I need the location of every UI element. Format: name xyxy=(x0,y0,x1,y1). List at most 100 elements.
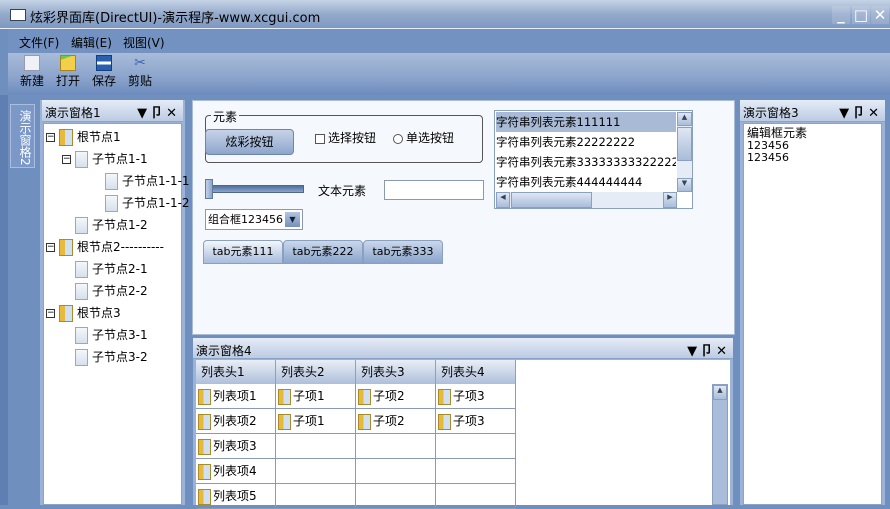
scroll-thumb[interactable] xyxy=(677,127,692,161)
dropdown-icon[interactable]: ▼ xyxy=(687,344,700,359)
scroll-left-icon[interactable]: ◀ xyxy=(496,192,510,208)
tree-node-label: 子节点2-2 xyxy=(92,284,148,298)
close-icon[interactable]: ✕ xyxy=(716,344,730,359)
scroll-thumb[interactable] xyxy=(511,192,592,208)
combo-box[interactable]: 组合框123456 ▼ xyxy=(205,209,303,230)
slider-track[interactable] xyxy=(205,185,304,193)
column-header[interactable]: 列表头2 xyxy=(276,360,356,384)
radio-button[interactable]: 单选按钮 xyxy=(393,129,454,146)
list-cell[interactable] xyxy=(436,434,516,459)
tab-3[interactable]: tab元素333 xyxy=(363,240,443,264)
clipboard-icon xyxy=(278,413,291,430)
slider-thumb[interactable] xyxy=(205,179,213,199)
new-button[interactable]: 新建 xyxy=(16,55,48,89)
collapse-icon[interactable]: − xyxy=(46,243,55,252)
radio-circle[interactable] xyxy=(393,133,403,144)
list-cell[interactable]: 列表项1 xyxy=(196,384,276,409)
pane1-header[interactable]: 演示窗格1 ▼卩✕ xyxy=(42,100,183,122)
string-list-box[interactable]: 字符串列表元素111111 字符串列表元素22222222 字符串列表元素333… xyxy=(494,110,693,209)
element-demo-area: 元素 炫彩按钮 选择按钮 单选按钮 文本元素 组合框123456 ▼ tab元素1… xyxy=(192,100,735,335)
list-cell[interactable] xyxy=(276,434,356,459)
column-header[interactable]: 列表头1 xyxy=(196,360,276,384)
tree-node[interactable]: 子节点1-1-2 xyxy=(105,193,190,213)
tree-node[interactable]: 子节点2-1 xyxy=(75,259,148,279)
vertical-scrollbar[interactable]: ▲ ▼ xyxy=(677,112,692,192)
pane4-header[interactable]: 演示窗格4 ▼卩✕ xyxy=(193,338,733,359)
list-cell[interactable] xyxy=(356,484,436,509)
close-button[interactable]: ✕ xyxy=(871,6,889,24)
pin-icon[interactable]: 卩 xyxy=(700,344,716,359)
list-cell[interactable] xyxy=(276,484,356,509)
collapse-icon[interactable]: − xyxy=(46,133,55,142)
menu-view[interactable]: 视图(V) xyxy=(123,34,165,51)
checkbox-box[interactable] xyxy=(315,133,325,144)
scroll-down-icon[interactable]: ▼ xyxy=(677,178,692,192)
tree-node[interactable]: 子节点3-2 xyxy=(75,347,148,367)
list-item[interactable]: 字符串列表元素22222222 xyxy=(496,132,676,152)
dropdown-icon[interactable]: ▼ xyxy=(839,106,852,121)
tree-node[interactable]: 子节点3-1 xyxy=(75,325,148,345)
close-icon[interactable]: ✕ xyxy=(166,106,180,121)
open-button[interactable]: 打开 xyxy=(52,55,84,89)
pin-icon[interactable]: 卩 xyxy=(150,106,166,121)
tab-2[interactable]: tab元素222 xyxy=(283,240,363,264)
list-cell[interactable] xyxy=(356,434,436,459)
column-header[interactable]: 列表头3 xyxy=(356,360,436,384)
tree-node[interactable]: 子节点1-1-1 xyxy=(105,171,190,191)
tree-node[interactable]: 子节点2-2 xyxy=(75,281,148,301)
xc-button[interactable]: 炫彩按钮 xyxy=(205,129,294,155)
column-header[interactable]: 列表头4 xyxy=(436,360,516,384)
tree-view[interactable]: − 根节点1 − 子节点1-1 子节点1-1-1 子节点1-1-2 子节点1-2 − 根节点2-… xyxy=(43,123,190,505)
list-cell[interactable]: 子项2 xyxy=(356,409,436,434)
list-cell[interactable] xyxy=(276,459,356,484)
tree-node[interactable]: − 根节点3 xyxy=(46,303,121,323)
list-cell[interactable]: 列表项4 xyxy=(196,459,276,484)
tree-node[interactable]: − 子节点1-1 xyxy=(62,149,148,169)
list-cell[interactable]: 列表项2 xyxy=(196,409,276,434)
clipboard-icon xyxy=(198,413,211,430)
collapse-icon[interactable]: − xyxy=(46,309,55,318)
list-cell[interactable] xyxy=(356,459,436,484)
pane2-tab[interactable]: 演示窗格2 xyxy=(10,104,35,168)
list-item[interactable]: 字符串列表元素444444444 xyxy=(496,172,676,192)
tree-node[interactable]: − 根节点1 xyxy=(46,127,121,147)
scroll-up-icon[interactable]: ▲ xyxy=(677,112,692,126)
list-cell[interactable] xyxy=(436,484,516,509)
vertical-scrollbar[interactable]: ▲ xyxy=(712,384,728,505)
text-input[interactable] xyxy=(384,180,484,200)
list-item[interactable]: 字符串列表元素111111 xyxy=(496,112,676,132)
list-cell[interactable]: 列表项3 xyxy=(196,434,276,459)
cell-text: 子项1 xyxy=(293,414,325,428)
dropdown-icon[interactable]: ▼ xyxy=(137,106,150,121)
tab-1[interactable]: tab元素111 xyxy=(203,240,283,264)
list-item[interactable]: 字符串列表元素3333333332222222 xyxy=(496,152,676,172)
checkbox[interactable]: 选择按钮 xyxy=(315,129,376,146)
left-dock-strip xyxy=(0,95,8,505)
edit-box[interactable]: 编辑框元素 123456 123456 xyxy=(743,123,882,505)
scroll-up-icon[interactable]: ▲ xyxy=(713,385,727,400)
list-cell[interactable]: 子项2 xyxy=(356,384,436,409)
pane3-header[interactable]: 演示窗格3 ▼卩✕ xyxy=(740,100,885,122)
list-view[interactable]: ▲ 列表头1 列表头2 列表头3 列表头4 列表项1 子项1 子项2 子项3 列表项2 子项1 子项… xyxy=(196,360,730,509)
list-cell[interactable]: 子项1 xyxy=(276,409,356,434)
tree-node[interactable]: 子节点1-2 xyxy=(75,215,148,235)
list-cell[interactable]: 子项3 xyxy=(436,409,516,434)
tree-node-label: 子节点2-1 xyxy=(92,262,148,276)
list-cell[interactable] xyxy=(436,459,516,484)
tree-node[interactable]: − 根节点2---------- xyxy=(46,237,164,257)
close-icon[interactable]: ✕ xyxy=(868,106,882,121)
horizontal-scrollbar[interactable]: ◀ ▶ xyxy=(496,192,677,208)
minimize-button[interactable]: _ xyxy=(832,6,850,24)
list-cell[interactable]: 子项3 xyxy=(436,384,516,409)
scroll-right-icon[interactable]: ▶ xyxy=(663,192,677,208)
maximize-button[interactable]: □ xyxy=(852,6,870,24)
menu-edit[interactable]: 编辑(E) xyxy=(71,34,112,51)
save-button[interactable]: 保存 xyxy=(88,55,120,89)
chevron-down-icon[interactable]: ▼ xyxy=(285,212,300,227)
cut-button[interactable]: ✂ 剪贴 xyxy=(124,55,156,89)
collapse-icon[interactable]: − xyxy=(62,155,71,164)
list-cell[interactable]: 子项1 xyxy=(276,384,356,409)
list-cell[interactable]: 列表项5 xyxy=(196,484,276,509)
pin-icon[interactable]: 卩 xyxy=(852,106,868,121)
menu-file[interactable]: 文件(F) xyxy=(19,34,59,51)
